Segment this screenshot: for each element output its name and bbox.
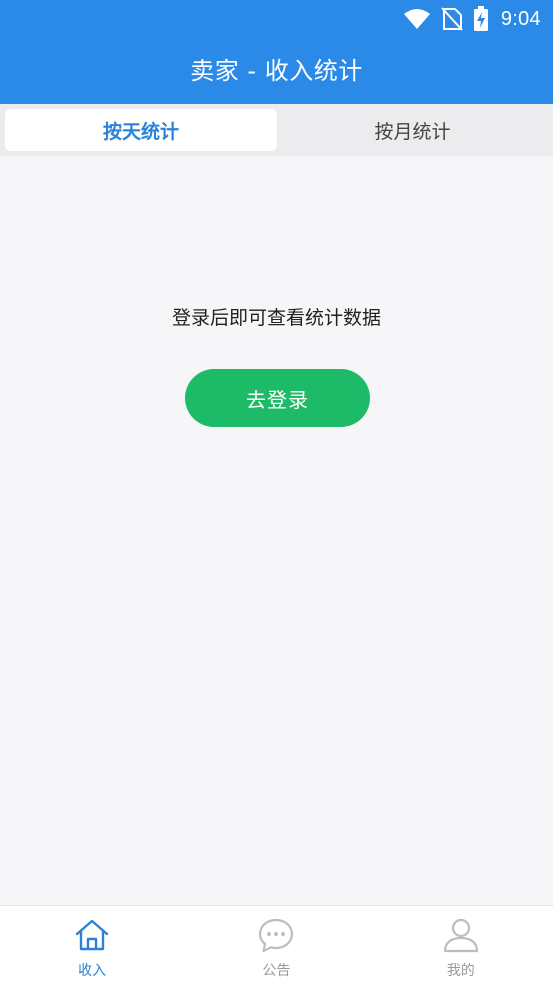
- battery-charging-icon: [473, 6, 488, 31]
- tab-daily-stats[interactable]: 按天统计: [5, 109, 277, 151]
- stats-tabs: 按天统计 按月统计: [0, 104, 553, 156]
- chat-bubble-icon: [259, 918, 294, 953]
- app-header: 9:04 卖家 - 收入统计: [0, 0, 553, 104]
- nav-label-income: 收入: [78, 963, 107, 979]
- page-title: 卖家 - 收入统计: [190, 57, 363, 85]
- bottom-nav: 收入 公告 我的: [0, 905, 553, 983]
- no-sim-icon: [441, 7, 463, 31]
- nav-item-notice[interactable]: 公告: [184, 906, 368, 983]
- income-stats-screen: 9:04 卖家 - 收入统计 按天统计 按月统计 登录后即可查看统计数据 去登录…: [0, 0, 553, 983]
- login-prompt-text: 登录后即可查看统计数据: [171, 307, 381, 329]
- nav-label-notice: 公告: [262, 963, 291, 979]
- status-icons: 9:04: [403, 4, 541, 34]
- nav-item-income[interactable]: 收入: [0, 906, 184, 983]
- status-time: 9:04: [500, 7, 541, 30]
- status-bar: 9:04: [0, 0, 553, 38]
- home-icon: [75, 919, 109, 951]
- wifi-icon: [403, 9, 430, 29]
- person-icon: [443, 918, 478, 953]
- nav-item-mine[interactable]: 我的: [369, 906, 553, 983]
- nav-label-mine: 我的: [446, 963, 475, 979]
- tab-monthly-stats[interactable]: 按月统计: [277, 109, 548, 151]
- go-login-button[interactable]: 去登录: [185, 369, 370, 427]
